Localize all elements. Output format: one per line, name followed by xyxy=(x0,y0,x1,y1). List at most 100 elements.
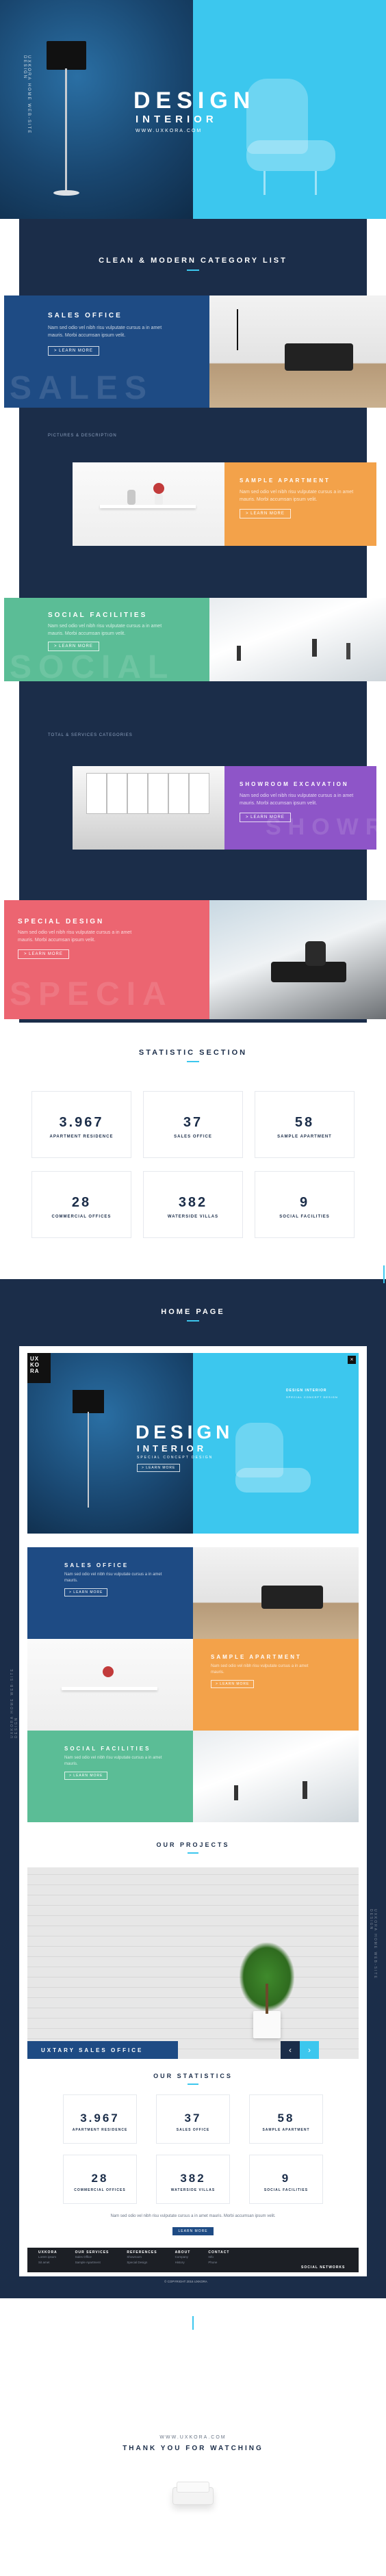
sofa-icon xyxy=(172,2482,214,2509)
heading-underline xyxy=(187,1320,199,1322)
category-desc: Nam sed odio vel nibh risu vulputate cur… xyxy=(64,1756,162,1766)
hp-stats-button[interactable]: LEARN MORE xyxy=(172,2227,214,2235)
closing-accent-line xyxy=(192,2316,194,2330)
pager-next-button[interactable]: › xyxy=(300,2041,319,2059)
stat-label: WATERSIDE VILLAS xyxy=(167,1215,219,1219)
copyright: © COPYRIGHT 2016 UXKORA xyxy=(164,2280,207,2283)
stat-value: 382 xyxy=(178,1195,208,1210)
homepage-vertical-text: UXKORA HOME WEB-SITE DESIGN xyxy=(10,1668,18,1738)
statistic-heading: STATISTIC SECTION xyxy=(138,1049,248,1057)
vase-icon xyxy=(127,490,136,505)
project-label-bar[interactable]: UXTARY SALES OFFICE xyxy=(27,2041,178,2059)
hp-logo[interactable]: UX KO RA xyxy=(27,1353,51,1383)
hp-category-social-facilities[interactable]: SOCIAL FACILITIES Nam sed odio vel nibh … xyxy=(27,1731,193,1822)
learn-more-button[interactable]: > LEARN MORE xyxy=(211,1680,255,1688)
footer-link[interactable]: Sample Apartment xyxy=(75,2260,110,2265)
lamp-shade-icon xyxy=(73,1390,104,1413)
hp-hero-tagline: SPECIAL CONCEPT DESIGN xyxy=(137,1456,214,1460)
project-label: UXTARY SALES OFFICE xyxy=(41,2047,144,2053)
page: DESIGN INTERIOR WWW.UXKORA.COM UXKORA HO… xyxy=(0,0,386,2576)
hp-stat-card: 3.967 APARTMENT RESIDENCE xyxy=(63,2094,137,2144)
footer-link[interactable]: Company xyxy=(175,2255,191,2260)
hp-social-facilities-photo xyxy=(193,1731,359,1822)
hp-category-sales-office[interactable]: SALES OFFICE Nam sed odio vel nibh risu … xyxy=(27,1547,193,1639)
footer-column: REFERENCES Showroom Special Design xyxy=(127,2250,157,2271)
lamp-pole xyxy=(65,68,67,192)
footer-link[interactable]: Showroom xyxy=(127,2255,157,2260)
hp-hero-title: DESIGN xyxy=(136,1421,234,1443)
hp-sales-office-photo xyxy=(193,1547,359,1639)
sales-office-photo xyxy=(209,295,386,408)
stat-label: WATERSIDE VILLAS xyxy=(170,2188,216,2192)
footer-link[interactable]: Lorem ipsum xyxy=(38,2255,57,2260)
learn-more-button[interactable]: > LEARN MORE xyxy=(64,1588,108,1596)
stat-value: 382 xyxy=(180,2172,206,2185)
logo-line: RA xyxy=(30,1368,40,1374)
close-icon[interactable]: × xyxy=(348,1356,356,1364)
category-social-facilities[interactable]: SOCIAL FACILITIES Nam sed odio vel nibh … xyxy=(4,598,209,685)
hp-stats-heading: OUR STATISTICS xyxy=(153,2073,233,2079)
footer-link[interactable]: Info xyxy=(208,2255,229,2260)
learn-more-button[interactable]: > LEARN MORE xyxy=(240,509,291,518)
homepage-vertical-text-right: UXKORA HOME WEB-SITE DESIGN xyxy=(369,1909,377,1980)
hp-stat-card: 28 COMMERCIAL OFFICES xyxy=(63,2155,137,2204)
learn-more-button[interactable]: > LEARN MORE xyxy=(18,949,69,959)
footer-link[interactable]: Special Design xyxy=(127,2260,157,2265)
sample-apartment-photo xyxy=(73,462,224,546)
hp-brand-sub: SPECIAL CONCEPT DESIGN xyxy=(286,1395,338,1399)
learn-more-button[interactable]: > LEARN MORE xyxy=(48,346,99,356)
people-icon xyxy=(312,639,317,657)
learn-more-button[interactable]: > LEARN MORE xyxy=(64,1772,108,1780)
hp-brand-top: DESIGN INTERIOR xyxy=(286,1389,327,1393)
people-icon xyxy=(303,1781,307,1799)
vase-icon-2 xyxy=(155,494,163,505)
pager-prev-button[interactable]: ‹ xyxy=(281,2041,300,2059)
hp-stats-desc: Nam sed odio vel nibh risu vulputate cur… xyxy=(110,2214,276,2218)
bench-icon xyxy=(285,343,353,371)
category-title: SAMPLE APARTMENT xyxy=(211,1654,302,1660)
stat-value: 37 xyxy=(183,1115,203,1130)
footer-link[interactable]: Phone xyxy=(208,2260,229,2265)
stat-label: SAMPLE APARTMENT xyxy=(262,2128,310,2132)
window-grid xyxy=(86,773,209,814)
stat-value: 9 xyxy=(281,2172,291,2185)
stat-card: 28 COMMERCIAL OFFICES xyxy=(31,1171,131,1238)
ghost-text: SHOWR xyxy=(266,814,386,840)
heading-underline xyxy=(187,270,199,271)
showroom-photo xyxy=(73,766,224,850)
plant-stem xyxy=(266,1984,268,2014)
hero-subtitle: INTERIOR xyxy=(136,114,218,125)
stat-value: 28 xyxy=(91,2172,109,2185)
footer-column: CONTACT Info Phone xyxy=(208,2250,229,2271)
stat-label: SAMPLE APARTMENT xyxy=(277,1135,332,1139)
category-showroom[interactable]: SHOWROOM EXCAVATION Nam sed odio vel nib… xyxy=(224,766,382,850)
category-desc: Nam sed odio vel nibh risu vulputate cur… xyxy=(48,326,162,338)
section-label-total: TOTAL & SERVICES CATEGORIES xyxy=(48,733,133,737)
footer-link[interactable]: Sit amet xyxy=(38,2260,57,2265)
hero-title: DESIGN xyxy=(133,88,256,114)
category-sales-office[interactable]: SALES OFFICE Nam sed odio vel nibh risu … xyxy=(4,295,209,408)
people-icon xyxy=(346,643,350,659)
footer-link[interactable]: History xyxy=(175,2260,191,2265)
hp-stat-card: 382 WATERSIDE VILLAS xyxy=(156,2155,230,2204)
projects-heading: OUR PROJECTS xyxy=(156,1841,230,1848)
stat-value: 58 xyxy=(277,2112,295,2125)
footer-column: OUR SERVICES Sales Office Sample Apartme… xyxy=(75,2250,110,2271)
stat-value: 3.967 xyxy=(59,1115,104,1130)
category-special-design[interactable]: SPECIAL DESIGN Nam sed odio vel nibh ris… xyxy=(4,900,209,1019)
closing-thanks: THANK YOU FOR WATCHING xyxy=(123,2445,263,2452)
category-sample-apartment[interactable]: SAMPLE APARTMENT Nam sed odio vel nibh r… xyxy=(224,462,376,546)
stat-label: SALES OFFICE xyxy=(174,1135,212,1139)
hp-category-sample-apartment[interactable]: SAMPLE APARTMENT Nam sed odio vel nibh r… xyxy=(193,1639,359,1731)
stat-label: COMMERCIAL OFFICES xyxy=(74,2188,126,2192)
hp-hero-button[interactable]: > LEARN MORE xyxy=(137,1464,181,1472)
chair-icon xyxy=(305,941,326,966)
stat-card: 3.967 APARTMENT RESIDENCE xyxy=(31,1091,131,1158)
logo-line: KO xyxy=(30,1362,40,1368)
footer-link[interactable]: Sales Office xyxy=(75,2255,110,2260)
stat-card: 37 SALES OFFICE xyxy=(143,1091,243,1158)
social-label: SOCIAL NETWORKS xyxy=(301,2265,346,2270)
category-desc: Nam sed odio vel nibh risu vulputate cur… xyxy=(64,1573,162,1583)
chair-icon xyxy=(226,1423,315,1505)
closing-url: WWW.UXKORA.COM xyxy=(159,2435,227,2440)
